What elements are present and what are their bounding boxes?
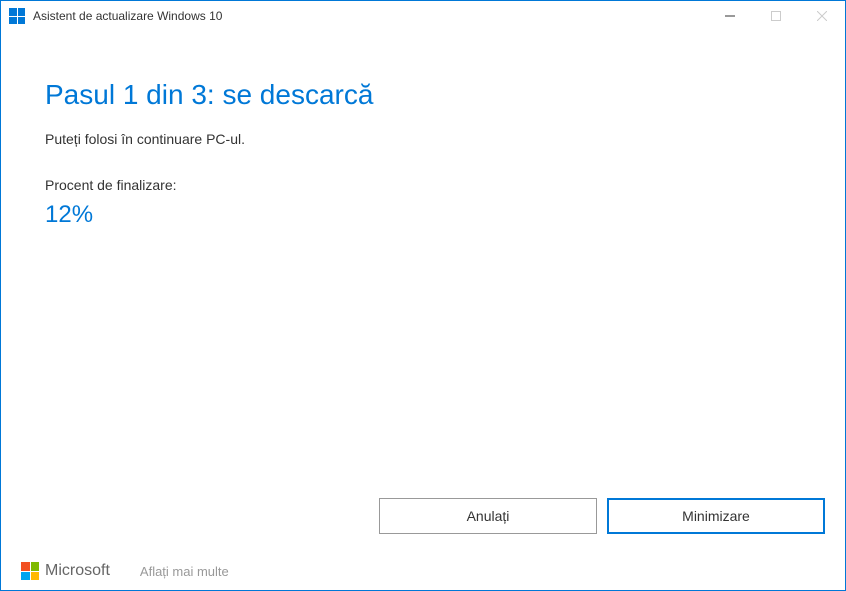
page-heading: Pasul 1 din 3: se descarcă — [45, 79, 801, 111]
progress-percent: 12% — [45, 201, 801, 229]
button-row: Anulați Minimizare — [379, 498, 825, 534]
main-content: Pasul 1 din 3: se descarcă Puteți folosi… — [1, 31, 845, 229]
microsoft-logo-text: Microsoft — [45, 562, 110, 580]
subtext: Puteți folosi în continuare PC-ul. — [45, 131, 801, 147]
progress-label: Procent de finalizare: — [45, 177, 801, 193]
windows-icon — [9, 8, 25, 24]
learn-more-link[interactable]: Aflați mai multe — [140, 564, 229, 579]
microsoft-logo: Microsoft — [21, 562, 110, 580]
window-controls — [707, 1, 845, 31]
window-title: Asistent de actualizare Windows 10 — [33, 9, 222, 23]
microsoft-logo-icon — [21, 562, 39, 580]
minimize-button[interactable]: Minimizare — [607, 498, 825, 534]
footer: Microsoft Aflați mai multe — [21, 562, 229, 580]
minimize-window-button[interactable] — [707, 1, 753, 31]
maximize-window-button — [753, 1, 799, 31]
close-window-button — [799, 1, 845, 31]
cancel-button[interactable]: Anulați — [379, 498, 597, 534]
titlebar: Asistent de actualizare Windows 10 — [1, 1, 845, 31]
